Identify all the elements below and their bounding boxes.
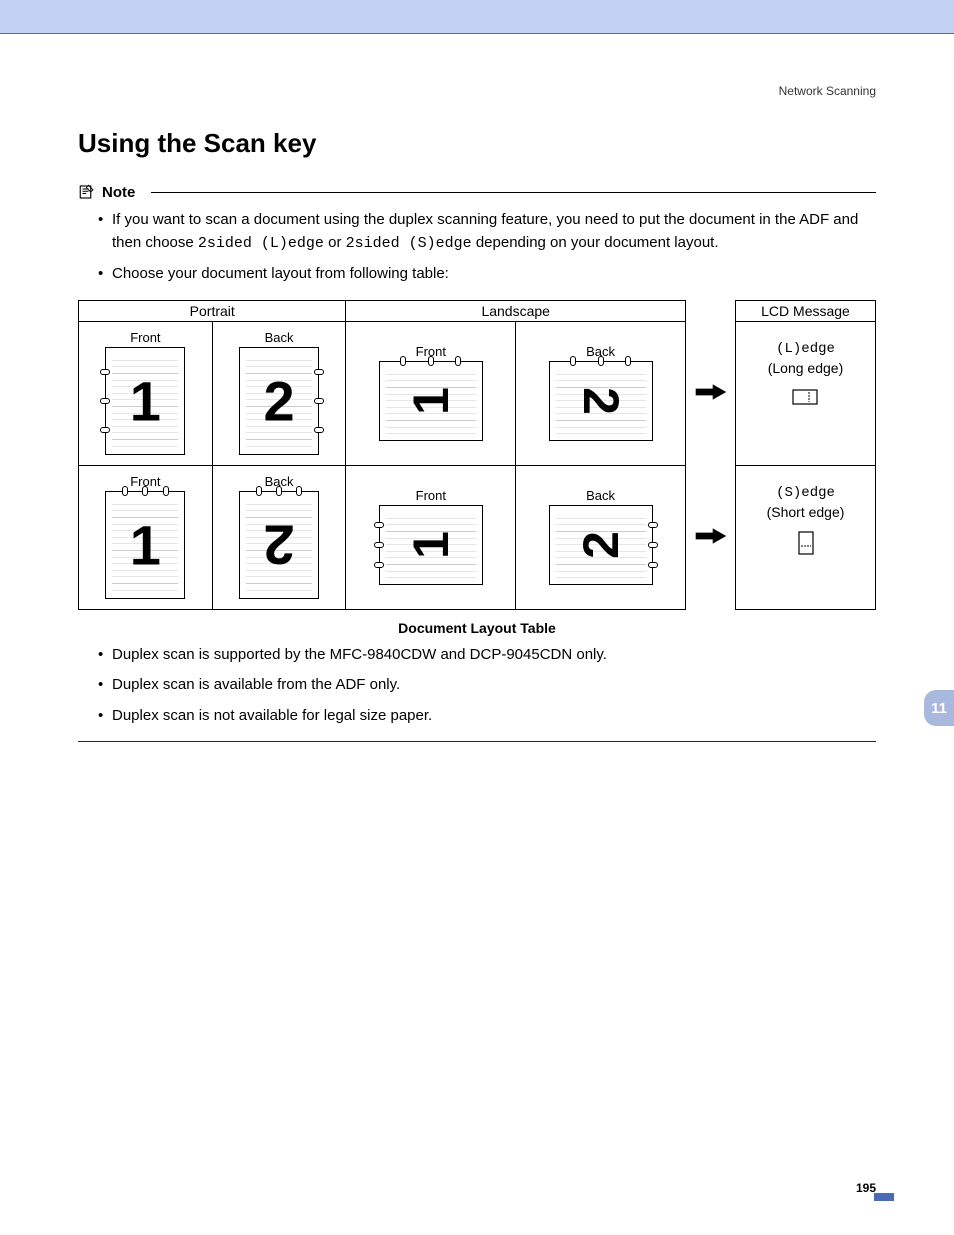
cell-landscape-front: Front 1 xyxy=(346,465,516,609)
lcd-code: (L)edge xyxy=(740,340,871,360)
short-edge-icon xyxy=(797,531,815,563)
divider xyxy=(78,741,876,742)
code-text: 2sided (L)edge xyxy=(198,235,324,252)
lcd-label: (Long edge) xyxy=(740,359,871,379)
page-number-glyph: 2 xyxy=(264,369,295,434)
lcd-code: (S)edge xyxy=(740,484,871,504)
cell-portrait-back: Back 2 xyxy=(212,465,346,609)
page-title: Using the Scan key xyxy=(78,128,876,159)
page-number-glyph: 2 xyxy=(572,531,630,559)
page-number: 195 xyxy=(856,1181,876,1195)
cell-landscape-back: Back 2 xyxy=(516,321,686,465)
note-label: Note xyxy=(102,184,135,201)
page-accent xyxy=(874,1193,894,1201)
note-list: If you want to scan a document using the… xyxy=(78,209,876,286)
label-back: Back xyxy=(520,486,681,505)
th-lcd: LCD Message xyxy=(736,300,876,321)
th-landscape: Landscape xyxy=(346,300,686,321)
code-text: 2sided (S)edge xyxy=(346,235,472,252)
long-edge-icon xyxy=(792,387,820,413)
cell-portrait-front: Front 1 xyxy=(79,321,213,465)
cell-landscape-front: Front 1 xyxy=(346,321,516,465)
text: depending on your document layout. xyxy=(472,234,719,251)
lcd-label: (Short edge) xyxy=(740,503,871,523)
cell-portrait-back: Back 2 xyxy=(212,321,346,465)
label-front: Front xyxy=(83,328,208,347)
page-number-glyph: 1 xyxy=(130,369,161,434)
arrow-right-icon xyxy=(694,382,728,402)
list-item: Duplex scan is supported by the MFC-9840… xyxy=(98,644,876,667)
lcd-short-edge: (S)edge (Short edge) xyxy=(736,465,876,609)
breadcrumb: Network Scanning xyxy=(78,84,876,98)
label-front: Front xyxy=(350,486,511,505)
post-note-list: Duplex scan is supported by the MFC-9840… xyxy=(78,644,876,728)
cell-portrait-front: Front 1 xyxy=(79,465,213,609)
note-block: Note If you want to scan a document usin… xyxy=(78,183,876,742)
arrow-right-icon xyxy=(694,526,728,546)
list-item: If you want to scan a document using the… xyxy=(98,209,876,255)
page-number-glyph: 1 xyxy=(402,531,460,559)
text: or xyxy=(324,234,346,251)
cell-landscape-back: Back 2 xyxy=(516,465,686,609)
divider xyxy=(151,192,876,193)
page-number-glyph: 1 xyxy=(402,387,460,415)
section-tab: 11 xyxy=(924,690,954,726)
page-number-glyph: 1 xyxy=(130,513,161,578)
list-item: Duplex scan is not available for legal s… xyxy=(98,705,876,728)
list-item: Duplex scan is available from the ADF on… xyxy=(98,674,876,697)
label-back: Back xyxy=(217,328,342,347)
note-icon xyxy=(78,183,96,201)
header-bar xyxy=(0,0,954,34)
page-number-glyph: 2 xyxy=(264,513,295,578)
document-layout-table: Portrait Landscape LCD Message Front 1 B… xyxy=(78,300,876,610)
list-item: Choose your document layout from followi… xyxy=(98,263,876,286)
page-number-glyph: 2 xyxy=(572,387,630,415)
table-caption: Document Layout Table xyxy=(78,620,876,636)
lcd-long-edge: (L)edge (Long edge) xyxy=(736,321,876,465)
th-portrait: Portrait xyxy=(79,300,346,321)
